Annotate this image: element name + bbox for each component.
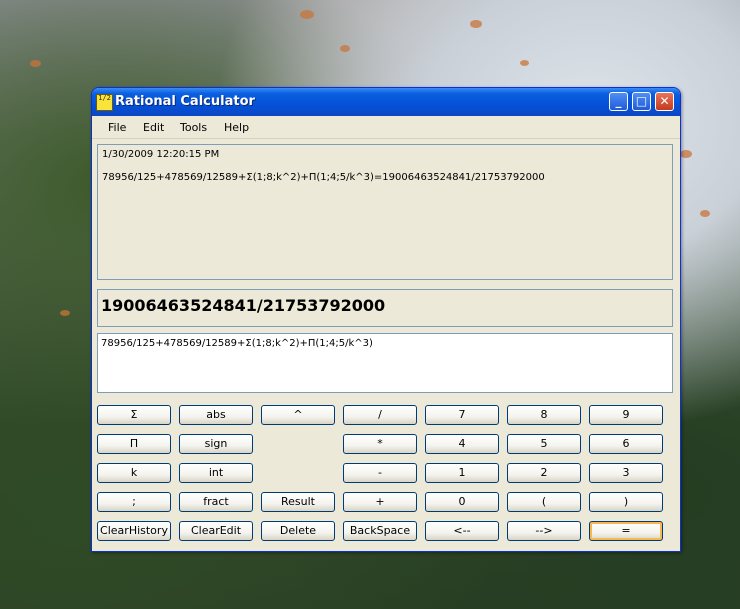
semicolon-button[interactable]: ; — [97, 492, 171, 512]
background-leaf — [470, 20, 482, 28]
background-leaf — [60, 310, 70, 316]
abs-button[interactable]: abs — [179, 405, 253, 425]
digit-1-button[interactable]: 1 — [425, 463, 499, 483]
calculator-app-icon: 1/2 — [96, 94, 113, 111]
result-display: 19006463524841/21753792000 — [97, 289, 673, 327]
delete-button[interactable]: Delete — [261, 521, 335, 541]
history-entry: 78956/125+478569/12589+Σ(1;8;k^2)+Π(1;4;… — [102, 172, 545, 183]
history-timestamp: 1/30/2009 12:20:15 PM — [102, 149, 220, 160]
digit-7-button[interactable]: 7 — [425, 405, 499, 425]
menu-edit[interactable]: Edit — [143, 121, 164, 134]
calculator-window: 1/2 Rational Calculator _ □ ✕ File Edit … — [91, 87, 681, 552]
digit-2-button[interactable]: 2 — [507, 463, 581, 483]
menu-help[interactable]: Help — [224, 121, 249, 134]
fract-button[interactable]: fract — [179, 492, 253, 512]
digit-9-button[interactable]: 9 — [589, 405, 663, 425]
window-title: Rational Calculator — [115, 94, 255, 109]
minus-button[interactable]: - — [343, 463, 417, 483]
open-paren-button[interactable]: ( — [507, 492, 581, 512]
digit-0-button[interactable]: 0 — [425, 492, 499, 512]
int-button[interactable]: int — [179, 463, 253, 483]
clear-history-button[interactable]: ClearHistory — [97, 521, 171, 541]
multiply-button[interactable]: * — [343, 434, 417, 454]
background-leaf — [340, 45, 350, 52]
menu-file[interactable]: File — [108, 121, 126, 134]
background-leaf — [680, 150, 692, 158]
background-leaf — [300, 10, 314, 19]
menu-tools[interactable]: Tools — [180, 121, 207, 134]
background-leaf — [30, 60, 41, 67]
digit-3-button[interactable]: 3 — [589, 463, 663, 483]
menu-bar: File Edit Tools Help — [92, 116, 680, 139]
digit-4-button[interactable]: 4 — [425, 434, 499, 454]
digit-6-button[interactable]: 6 — [589, 434, 663, 454]
backspace-button[interactable]: BackSpace — [343, 521, 417, 541]
product-button[interactable]: Π — [97, 434, 171, 454]
k-variable-button[interactable]: k — [97, 463, 171, 483]
close-paren-button[interactable]: ) — [589, 492, 663, 512]
digit-5-button[interactable]: 5 — [507, 434, 581, 454]
equals-button[interactable]: = — [589, 521, 663, 541]
result-button[interactable]: Result — [261, 492, 335, 512]
close-button[interactable]: ✕ — [655, 92, 674, 111]
expression-input[interactable]: 78956/125+478569/12589+Σ(1;8;k^2)+Π(1;4;… — [97, 333, 673, 393]
history-panel[interactable]: 1/30/2009 12:20:15 PM 78956/125+478569/1… — [97, 144, 673, 280]
plus-button[interactable]: + — [343, 492, 417, 512]
title-bar[interactable]: 1/2 Rational Calculator _ □ ✕ — [92, 88, 680, 116]
background-leaf — [520, 60, 529, 66]
power-button[interactable]: ^ — [261, 405, 335, 425]
cursor-right-button[interactable]: --> — [507, 521, 581, 541]
clear-edit-button[interactable]: ClearEdit — [179, 521, 253, 541]
sign-button[interactable]: sign — [179, 434, 253, 454]
divide-button[interactable]: / — [343, 405, 417, 425]
sum-button[interactable]: Σ — [97, 405, 171, 425]
background-leaf — [700, 210, 710, 217]
minimize-button[interactable]: _ — [609, 92, 628, 111]
maximize-button[interactable]: □ — [632, 92, 651, 111]
cursor-left-button[interactable]: <-- — [425, 521, 499, 541]
digit-8-button[interactable]: 8 — [507, 405, 581, 425]
